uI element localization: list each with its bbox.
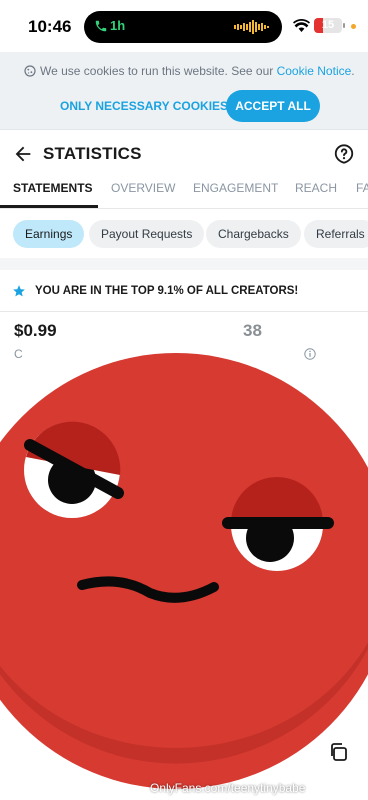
section-divider [0,258,368,270]
cookie-message: We use cookies to run this website. See … [40,64,277,78]
top-creators-text: YOU ARE IN THE TOP 9.1% OF ALL CREATORS! [35,285,299,297]
watermark: OnlyFans.com/teenytinybabe [150,781,306,795]
battery-level: 15 [321,19,335,31]
tab-fans[interactable]: FA [356,181,368,195]
dynamic-island[interactable]: 1h [84,11,282,43]
copy-icon[interactable] [328,742,348,762]
clock: 10:46 [28,17,72,36]
page-title: STATISTICS [43,144,142,163]
accept-all-cookies-button[interactable]: ACCEPT ALL [226,90,320,122]
tab-engagement[interactable]: ENGAGEMENT [193,181,278,195]
tab-reach[interactable]: REACH [295,181,337,195]
star-icon [13,285,25,297]
statement-filter-chips: Earnings Payout Requests Chargebacks Ref… [0,220,368,250]
battery-cap [343,23,345,28]
chip-referrals[interactable]: Referrals [304,220,368,248]
tab-statements[interactable]: STATEMENTS [13,181,93,195]
chip-chargebacks[interactable]: Chargebacks [206,220,301,248]
cookie-text: We use cookies to run this website. See … [24,64,355,78]
left-eye [24,421,124,518]
top-creators-banner: YOU ARE IN THE TOP 9.1% OF ALL CREATORS! [0,272,368,312]
help-icon[interactable] [333,143,355,165]
privacy-indicator [351,24,356,29]
back-arrow-icon[interactable] [12,143,34,165]
cookie-banner: We use cookies to run this website. See … [0,52,368,130]
status-bar: 10:46 1h 15 [0,0,368,52]
active-tab-indicator [0,205,98,208]
only-necessary-cookies-button[interactable]: ONLY NECESSARY COOKIES [54,92,234,120]
call-duration: 1h [110,18,126,33]
cookie-period: . [351,64,355,78]
cookie-notice-link[interactable]: Cookie Notice [277,64,352,78]
annoyed-face-sticker [0,345,368,800]
battery-icon: 15 [314,18,342,33]
chip-payout-requests[interactable]: Payout Requests [89,220,205,248]
phone-icon [95,20,107,32]
chip-earnings[interactable]: Earnings [13,220,85,248]
tab-overview[interactable]: OVERVIEW [111,181,175,195]
audio-wave-icon [234,20,269,34]
wifi-icon [293,19,310,32]
statistics-tabs: STATEMENTS OVERVIEW ENGAGEMENT REACH FA [0,171,368,209]
cookie-icon [24,65,36,77]
